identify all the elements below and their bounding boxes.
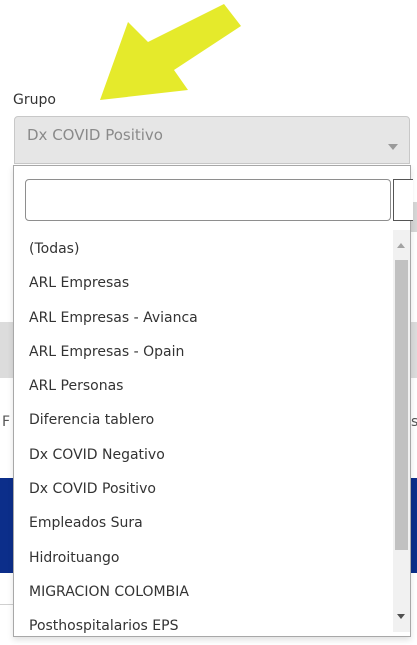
chevron-down-icon — [388, 144, 398, 150]
background-blue-header — [0, 478, 14, 573]
dropdown-option[interactable]: (Todas) — [14, 232, 384, 266]
dropdown-search-edge — [393, 179, 413, 221]
scroll-up-icon[interactable] — [397, 243, 405, 248]
scrollbar-thumb[interactable] — [395, 260, 408, 550]
dropdown-option[interactable]: Posthospitalarios EPS — [14, 609, 384, 643]
annotation-arrow-icon — [100, 4, 241, 100]
group-select[interactable]: Dx COVID Positivo — [14, 116, 410, 164]
dropdown-option[interactable]: ARL Empresas - Avianca — [14, 301, 384, 335]
dropdown-option[interactable]: Empleados Sura — [14, 506, 384, 540]
dropdown-options-list: (Todas) ARL Empresas ARL Empresas - Avia… — [14, 232, 384, 644]
group-dropdown-panel: (Todas) ARL Empresas ARL Empresas - Avia… — [13, 165, 413, 637]
dropdown-option[interactable]: Dx COVID Negativo — [14, 438, 384, 472]
dropdown-option[interactable]: Diferencia tablero — [14, 403, 384, 437]
dropdown-scrollbar[interactable] — [393, 230, 410, 632]
dropdown-option[interactable]: Hidroituango — [14, 541, 384, 575]
dropdown-option[interactable]: ARL Empresas — [14, 266, 384, 300]
group-label: Grupo — [13, 92, 56, 108]
annotation-arrow-shape — [100, 4, 241, 100]
background-gray-block — [411, 322, 417, 378]
dropdown-option[interactable]: Dx COVID Positivo — [14, 472, 384, 506]
background-text-right: s — [411, 414, 417, 430]
dropdown-option[interactable]: MIGRACION COLOMBIA — [14, 575, 384, 609]
group-select-value: Dx COVID Positivo — [27, 126, 163, 144]
background-gray-block — [0, 322, 14, 378]
scroll-down-icon[interactable] — [397, 614, 405, 619]
dropdown-option[interactable]: ARL Empresas - Opain — [14, 335, 384, 369]
dropdown-option[interactable]: ARL Personas — [14, 369, 384, 403]
background-divider — [0, 604, 14, 605]
background-blue-header — [411, 478, 417, 573]
dropdown-search-input[interactable] — [25, 179, 391, 221]
